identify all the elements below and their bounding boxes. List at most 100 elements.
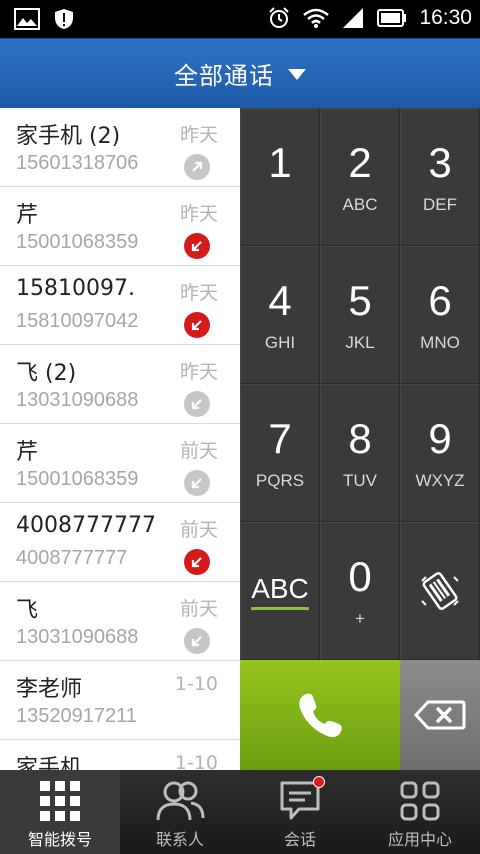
- shake-phone-icon: [421, 572, 459, 610]
- key-9[interactable]: 9 WXYZ: [400, 384, 480, 522]
- call-log-row[interactable]: 芹 15001068359 前天: [0, 424, 240, 503]
- call-date: 1-10: [174, 752, 218, 770]
- contact-name: 15810097.: [16, 276, 135, 301]
- key-digit: 4: [268, 277, 292, 324]
- incoming-call-icon: [184, 628, 210, 654]
- shake-dial-button[interactable]: [400, 522, 480, 660]
- signal-icon: [343, 8, 364, 28]
- key-letters: ABC: [342, 195, 378, 214]
- grid-icon: [40, 781, 80, 821]
- clock-time: 16:30: [419, 6, 472, 29]
- call-log-row[interactable]: 4008777777 4008777777 前天: [0, 503, 240, 582]
- key-8[interactable]: 8 TUV: [320, 384, 400, 522]
- key-letters: GHI: [264, 333, 296, 352]
- key-digit: 9: [428, 415, 452, 462]
- contact-name: 家手机: [16, 756, 83, 770]
- call-log-row[interactable]: 飞 13031090688 前天: [0, 582, 240, 661]
- dial-keypad: 1 2 ABC 3 DEF 4 GHI 5 JKL 6 MNO 7 PQRS 8 TUV 9 W…: [240, 108, 480, 660]
- tab-contacts[interactable]: 联系人: [120, 770, 240, 854]
- phone-number: 15601318706: [16, 152, 139, 174]
- status-bar: 16:30: [0, 0, 480, 38]
- tab-label: 联系人: [155, 830, 204, 849]
- key-letters: PQRS: [255, 471, 305, 490]
- key-0[interactable]: 0 +: [320, 522, 400, 660]
- key-1[interactable]: 1: [240, 108, 320, 246]
- phone-icon: [299, 693, 342, 738]
- key-digit: 6: [428, 277, 452, 324]
- backspace-icon: [414, 700, 466, 730]
- key-digit: 2: [348, 139, 372, 186]
- call-log-list[interactable]: 家手机 (2) 15601318706 昨天 芹 15001068359 昨天 …: [0, 108, 240, 770]
- missed-call-icon: [184, 233, 210, 259]
- key-letters: +: [355, 609, 365, 628]
- abc-keyboard-toggle-button[interactable]: ABC: [240, 522, 320, 660]
- dropdown-caret-icon: [288, 69, 306, 80]
- contact-name: 芹: [16, 440, 39, 465]
- backspace-button[interactable]: [400, 660, 480, 770]
- key-digit: 8: [348, 415, 372, 462]
- key-digit: 7: [268, 415, 292, 462]
- contact-name: 李老师: [16, 677, 83, 702]
- page-title: 全部通话: [174, 61, 274, 90]
- call-date: 昨天: [179, 361, 218, 383]
- call-log-row[interactable]: 15810097. 15810097042 昨天: [0, 266, 240, 345]
- phone-number: 4008777777: [16, 547, 128, 569]
- incoming-call-icon: [184, 470, 210, 496]
- call-log-row[interactable]: 家手机 1-10: [0, 740, 240, 770]
- call-date: 昨天: [179, 124, 218, 146]
- contact-name: 飞: [16, 598, 39, 623]
- phone-number: 13031090688: [16, 626, 139, 648]
- call-log-row[interactable]: 飞 (2) 13031090688 昨天: [0, 345, 240, 424]
- call-log-row[interactable]: 李老师 13520917211 1-10: [0, 661, 240, 740]
- call-log-row[interactable]: 家手机 (2) 15601318706 昨天: [0, 108, 240, 187]
- key-letters: MNO: [420, 333, 460, 352]
- gallery-notification-icon: [14, 8, 40, 30]
- phone-number: 15001068359: [16, 468, 139, 490]
- key-2[interactable]: 2 ABC: [320, 108, 400, 246]
- contacts-icon: [156, 781, 205, 821]
- contact-name: 4008777777: [16, 513, 156, 538]
- abc-label: ABC: [251, 573, 309, 610]
- tab-smart-dial[interactable]: 智能拨号: [0, 770, 120, 854]
- phone-number: 13520917211: [16, 705, 137, 727]
- incoming-call-icon: [184, 391, 210, 417]
- tab-label: 智能拨号: [27, 830, 92, 849]
- shield-notification-icon: [55, 9, 73, 29]
- phone-number: 15001068359: [16, 231, 139, 253]
- unread-badge: [313, 776, 325, 788]
- contact-name: 家手机 (2): [16, 124, 121, 149]
- key-digit: 0: [348, 553, 372, 600]
- call-date: 前天: [179, 519, 218, 541]
- key-5[interactable]: 5 JKL: [320, 246, 400, 384]
- call-filter-dropdown[interactable]: 全部通话: [0, 38, 480, 108]
- phone-number: 15810097042: [16, 310, 139, 332]
- key-4[interactable]: 4 GHI: [240, 246, 320, 384]
- key-7[interactable]: 7 PQRS: [240, 384, 320, 522]
- key-3[interactable]: 3 DEF: [400, 108, 480, 246]
- outgoing-call-icon: [184, 154, 210, 180]
- phone-number: 13031090688: [16, 389, 139, 411]
- call-date: 1-10: [174, 673, 218, 695]
- bottom-tab-bar: 智能拨号 联系人 会话 应用中心: [0, 770, 480, 854]
- battery-icon: [377, 9, 407, 27]
- call-date: 前天: [179, 440, 218, 462]
- key-digit: 1: [268, 139, 292, 186]
- missed-call-icon: [184, 549, 210, 575]
- call-button[interactable]: [240, 660, 400, 770]
- tab-app-center[interactable]: 应用中心: [360, 770, 480, 854]
- key-6[interactable]: 6 MNO: [400, 246, 480, 384]
- contact-name: 芹: [16, 203, 39, 228]
- call-date: 昨天: [179, 203, 218, 225]
- key-letters: TUV: [343, 471, 377, 490]
- tab-label: 应用中心: [387, 830, 452, 849]
- tab-label: 会话: [283, 830, 316, 849]
- call-date: 前天: [179, 598, 218, 620]
- contact-name: 飞 (2): [16, 361, 77, 386]
- tab-messages[interactable]: 会话: [240, 770, 360, 854]
- key-digit: 5: [348, 277, 372, 324]
- key-letters: DEF: [423, 195, 457, 214]
- call-log-row[interactable]: 芹 15001068359 昨天: [0, 187, 240, 266]
- key-letters: WXYZ: [415, 471, 465, 490]
- call-date: 昨天: [179, 282, 218, 304]
- apps-icon: [400, 781, 440, 821]
